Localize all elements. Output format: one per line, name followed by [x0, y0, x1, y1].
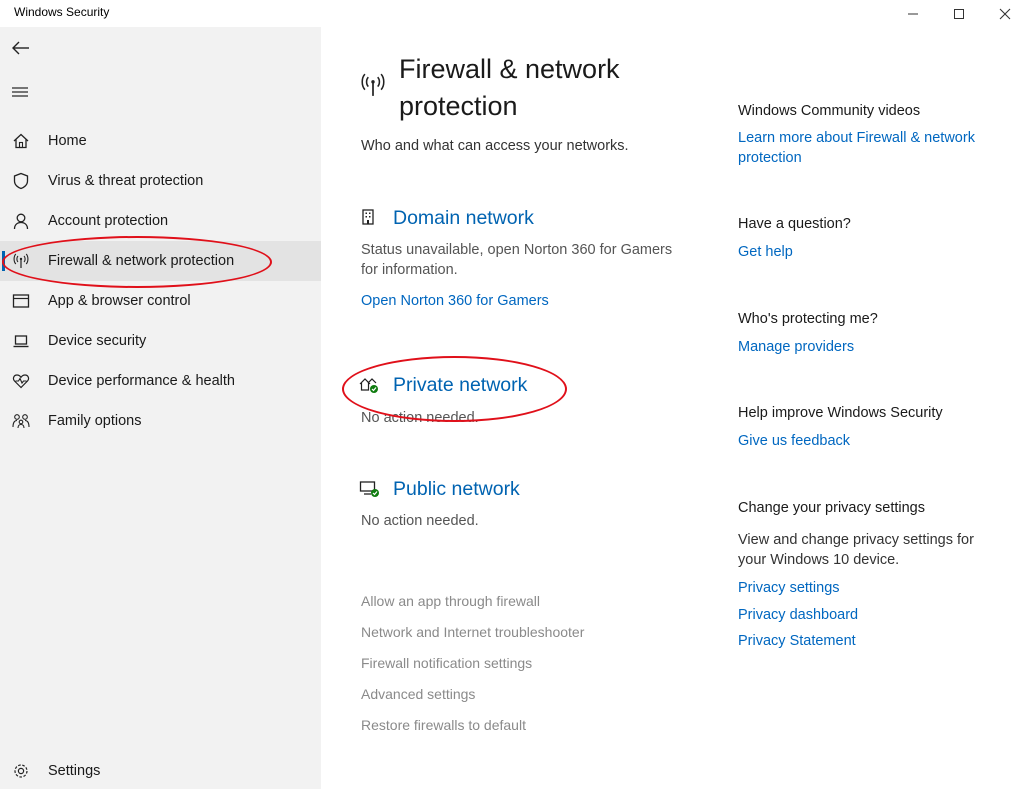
- sidebar-item-label: Device security: [48, 333, 147, 349]
- question-heading: Have a question?: [738, 216, 851, 232]
- page-title: Firewall & network protection: [399, 54, 620, 121]
- advanced-settings-link[interactable]: Advanced settings: [361, 686, 475, 702]
- sidebar-item-label: Virus & threat protection: [48, 173, 204, 189]
- close-button[interactable]: [982, 0, 1024, 27]
- app-title: Windows Security: [14, 5, 110, 19]
- building-icon: [359, 208, 381, 230]
- sidebar-item-label: Device performance & health: [48, 373, 235, 389]
- sidebar-item-device-security[interactable]: Device security: [0, 321, 321, 361]
- right-panel: Windows Community videos Learn more abou…: [721, 27, 1024, 789]
- public-network-link[interactable]: Public network: [393, 478, 520, 501]
- back-button[interactable]: [10, 37, 34, 59]
- maximize-icon: [954, 8, 964, 19]
- home-icon: [11, 131, 31, 151]
- privacy-statement-link[interactable]: Privacy Statement: [738, 631, 988, 651]
- domain-network-status: Status unavailable, open Norton 360 for …: [361, 242, 673, 278]
- manage-providers-link[interactable]: Manage providers: [738, 337, 988, 357]
- sidebar-item-home[interactable]: Home: [0, 121, 321, 161]
- privacy-settings-link[interactable]: Privacy settings: [738, 578, 988, 598]
- annotation-circle-firewall: [2, 236, 272, 288]
- page-subtitle: Who and what can access your networks.: [361, 138, 629, 154]
- minimize-button[interactable]: [890, 0, 936, 27]
- close-icon: [999, 8, 1011, 19]
- sidebar-item-label: Account protection: [48, 213, 169, 229]
- family-icon: [11, 411, 31, 431]
- hamburger-icon: [12, 87, 28, 97]
- sidebar-item-family[interactable]: Family options: [0, 401, 321, 441]
- allow-app-link[interactable]: Allow an app through firewall: [361, 593, 540, 609]
- person-icon: [11, 211, 31, 231]
- protecting-heading: Who's protecting me?: [738, 311, 878, 327]
- app-window-icon: [11, 291, 31, 311]
- open-norton-link[interactable]: Open Norton 360 for Gamers: [361, 293, 549, 309]
- feedback-link[interactable]: Give us feedback: [738, 431, 988, 451]
- sidebar-item-virus-threat[interactable]: Virus & threat protection: [0, 161, 321, 201]
- restore-defaults-link[interactable]: Restore firewalls to default: [361, 717, 526, 733]
- hamburger-menu-button[interactable]: [10, 81, 34, 103]
- community-heading: Windows Community videos: [738, 103, 921, 119]
- annotation-circle-private-network: [342, 356, 567, 422]
- privacy-description: View and change privacy settings for you…: [738, 532, 974, 568]
- shield-icon: [11, 171, 31, 191]
- antenna-icon: [359, 71, 387, 99]
- gear-icon: [11, 761, 31, 781]
- public-network-icon: [359, 479, 381, 501]
- maximize-button[interactable]: [936, 0, 982, 27]
- privacy-dashboard-link[interactable]: Privacy dashboard: [738, 605, 988, 625]
- domain-network-link[interactable]: Domain network: [393, 207, 534, 230]
- sidebar-item-label: Family options: [48, 413, 142, 429]
- get-help-link[interactable]: Get help: [738, 242, 988, 262]
- sidebar-item-device-performance[interactable]: Device performance & health: [0, 361, 321, 401]
- notification-settings-link[interactable]: Firewall notification settings: [361, 655, 532, 671]
- sidebar-item-label: Home: [48, 133, 87, 149]
- sidebar-item-settings[interactable]: Settings: [0, 751, 321, 789]
- back-arrow-icon: [12, 41, 29, 55]
- improve-heading: Help improve Windows Security: [738, 405, 943, 421]
- sidebar-item-label: Settings: [48, 763, 101, 779]
- heart-pulse-icon: [11, 371, 31, 391]
- troubleshooter-link[interactable]: Network and Internet troubleshooter: [361, 624, 584, 640]
- public-network-status: No action needed.: [361, 513, 479, 529]
- sidebar-item-account[interactable]: Account protection: [0, 201, 321, 241]
- title-bar: Windows Security: [0, 0, 1024, 27]
- sidebar: Home Virus & threat protection Account p…: [0, 27, 321, 789]
- community-video-link[interactable]: Learn more about Firewall & network prot…: [738, 128, 988, 168]
- sidebar-item-label: App & browser control: [48, 293, 191, 309]
- minimize-icon: [908, 13, 918, 14]
- laptop-icon: [11, 331, 31, 351]
- privacy-heading: Change your privacy settings: [738, 500, 925, 516]
